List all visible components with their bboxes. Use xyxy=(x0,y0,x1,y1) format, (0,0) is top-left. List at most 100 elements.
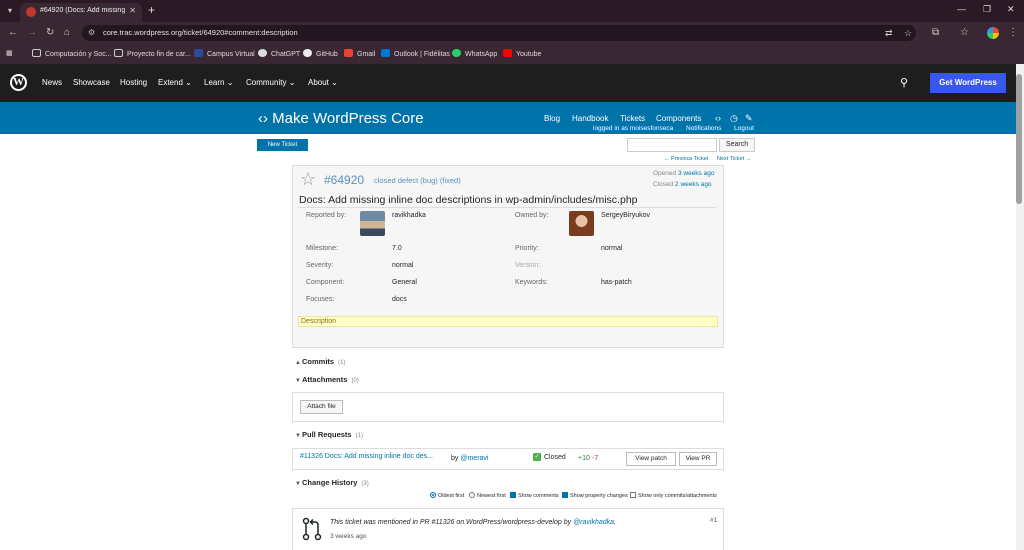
search-icon[interactable]: ⚲ xyxy=(900,76,908,89)
site-info-icon[interactable]: ⚙ xyxy=(88,28,95,37)
pull-request-link[interactable]: #11326 Docs: Add missing inline doc des.… xyxy=(300,453,433,460)
close-tab-icon[interactable]: ✕ xyxy=(129,6,136,15)
bookmark-star-icon[interactable]: ☆ xyxy=(904,28,912,39)
oldest-first-label: Oldest first xyxy=(438,493,465,499)
opened-ago-link[interactable]: 3 weeks ago xyxy=(678,170,715,177)
nav-components[interactable]: Components xyxy=(656,114,701,123)
severity-value: normal xyxy=(392,262,414,269)
logout-link[interactable]: Logout xyxy=(734,125,754,132)
bookmark-item[interactable]: WhatsApp xyxy=(452,49,497,58)
bookmark-item[interactable]: Outlook | Fidélitas xyxy=(381,49,450,58)
change-author-link[interactable]: @ravikhadka xyxy=(573,519,614,526)
focuses-value[interactable]: docs xyxy=(392,296,407,303)
nav-extend[interactable]: Extend ⌄ xyxy=(158,78,192,87)
browser-menu-icon[interactable]: ⋮ xyxy=(1008,27,1018,38)
bookmark-item[interactable]: GitHub xyxy=(303,49,338,58)
bookmark-item[interactable]: ChatGPT xyxy=(258,49,300,58)
pr-author-link[interactable]: @meravi xyxy=(460,455,488,462)
ticket-id[interactable]: #64920 xyxy=(324,173,364,187)
scrollbar-thumb[interactable] xyxy=(1016,74,1022,204)
home-icon[interactable]: ⌂ xyxy=(64,27,70,38)
pr-deletions: -7 xyxy=(592,455,599,462)
history-icon[interactable]: ◷ xyxy=(730,113,738,124)
nav-hosting[interactable]: Hosting xyxy=(120,78,147,87)
bookmark-item[interactable]: Youtube xyxy=(503,49,541,58)
new-tab-icon[interactable]: + xyxy=(148,3,155,17)
radio-icon[interactable] xyxy=(469,492,475,498)
nav-community[interactable]: Community ⌄ xyxy=(246,78,295,87)
close-window-icon[interactable]: ✕ xyxy=(1007,4,1015,15)
view-pr-button[interactable]: View PR xyxy=(679,452,717,466)
tab-search-icon[interactable]: ▾ xyxy=(4,5,16,17)
checkbox-icon[interactable] xyxy=(630,492,636,498)
view-patch-button[interactable]: View patch xyxy=(626,452,676,466)
change-time[interactable]: 3 weeks ago xyxy=(330,533,367,540)
keywords-value[interactable]: has-patch xyxy=(601,279,632,286)
page-scrollbar[interactable] xyxy=(1016,64,1024,550)
reporter-name[interactable]: ravikhadka xyxy=(392,212,426,219)
chatgpt-icon xyxy=(258,49,267,57)
extensions-icon[interactable]: ⧉ xyxy=(932,27,939,38)
next-ticket-link[interactable]: Next Ticket → xyxy=(717,156,751,162)
username[interactable]: moisesfonseca xyxy=(630,125,673,132)
change-history-section-toggle[interactable]: ▼Change History (3) xyxy=(295,478,369,487)
show-property-changes-option[interactable]: Show property changes xyxy=(562,492,628,499)
browser-tab[interactable]: #64920 (Docs: Add missing inline ✕ xyxy=(20,3,142,22)
site-title[interactable]: ‹› Make WordPress Core xyxy=(258,110,424,127)
new-ticket-button[interactable]: New Ticket xyxy=(257,139,308,151)
translate-icon[interactable]: ⇄ xyxy=(885,28,893,39)
nav-learn[interactable]: Learn ⌄ xyxy=(204,78,233,87)
checkbox-checked-icon[interactable] xyxy=(562,492,568,498)
nav-about[interactable]: About ⌄ xyxy=(308,78,338,87)
milestone-value[interactable]: 7.0 xyxy=(392,245,402,252)
minimize-icon[interactable]: — xyxy=(957,4,966,14)
reporter-avatar xyxy=(360,211,385,236)
code-icon[interactable]: ‹› xyxy=(715,113,721,123)
expand-triangle-icon: ▲ xyxy=(295,360,301,366)
checkbox-checked-icon[interactable] xyxy=(510,492,516,498)
attach-file-button[interactable]: Attach file xyxy=(300,400,343,414)
pull-requests-section-toggle[interactable]: ▼Pull Requests (1) xyxy=(295,430,363,439)
change-number[interactable]: #1 xyxy=(710,517,717,524)
component-value[interactable]: General xyxy=(392,279,417,286)
forward-icon[interactable]: → xyxy=(27,27,37,38)
pull-requests-heading: Pull Requests xyxy=(302,430,352,439)
wordpress-logo-icon[interactable]: W xyxy=(10,74,27,91)
apps-grid-icon[interactable]: ▦ xyxy=(6,49,13,57)
back-icon[interactable]: ← xyxy=(8,27,18,38)
newest-first-option[interactable]: Newest first xyxy=(469,492,506,499)
search-button[interactable]: Search xyxy=(719,138,755,152)
maximize-icon[interactable]: ❐ xyxy=(983,4,991,15)
nav-tickets[interactable]: Tickets xyxy=(620,114,645,123)
bookmarks-icon[interactable]: ☆ xyxy=(960,27,969,38)
star-icon[interactable]: ☆ xyxy=(300,169,316,190)
commits-section-toggle[interactable]: ▲Commits (1) xyxy=(295,357,345,366)
nav-handbook[interactable]: Handbook xyxy=(572,114,608,123)
notifications-link[interactable]: Notifications xyxy=(686,125,721,132)
nav-showcase[interactable]: Showcase xyxy=(73,78,110,87)
search-input[interactable] xyxy=(627,138,717,152)
nav-news[interactable]: News xyxy=(42,78,62,87)
reload-icon[interactable]: ↻ xyxy=(46,27,54,38)
radio-selected-icon[interactable] xyxy=(430,492,436,498)
show-comments-option[interactable]: Show comments xyxy=(510,492,559,499)
bookmark-label: Proyecto fin de car... xyxy=(127,51,191,58)
profile-avatar-icon[interactable] xyxy=(987,27,999,39)
collapse-triangle-icon: ▼ xyxy=(295,433,301,439)
nav-blog[interactable]: Blog xyxy=(544,114,560,123)
edit-icon[interactable]: ✎ xyxy=(745,113,753,124)
bookmark-item[interactable]: Proyecto fin de car... xyxy=(114,49,191,58)
description-heading[interactable]: Description xyxy=(298,316,718,327)
bookmark-item[interactable]: Campus Virtual xyxy=(194,49,255,58)
collapse-triangle-icon: ▼ xyxy=(295,481,301,487)
closed-ago-link[interactable]: 2 weeks ago xyxy=(675,181,712,188)
bookmark-item[interactable]: Computación y Soc... xyxy=(32,49,112,58)
oldest-first-option[interactable]: Oldest first xyxy=(430,492,464,499)
bookmark-item[interactable]: Gmail xyxy=(344,49,375,58)
previous-ticket-link[interactable]: ← Previous Ticket xyxy=(664,156,708,162)
attachments-section-toggle[interactable]: ▼Attachments (0) xyxy=(295,375,359,384)
owner-name[interactable]: SergeyBiryukov xyxy=(601,212,650,219)
url-field[interactable]: ⚙ core.trac.wordpress.org/ticket/64920#c… xyxy=(82,25,916,41)
get-wordpress-button[interactable]: Get WordPress xyxy=(930,73,1006,93)
show-only-commits-option[interactable]: Show only commits/attachments xyxy=(630,492,717,499)
